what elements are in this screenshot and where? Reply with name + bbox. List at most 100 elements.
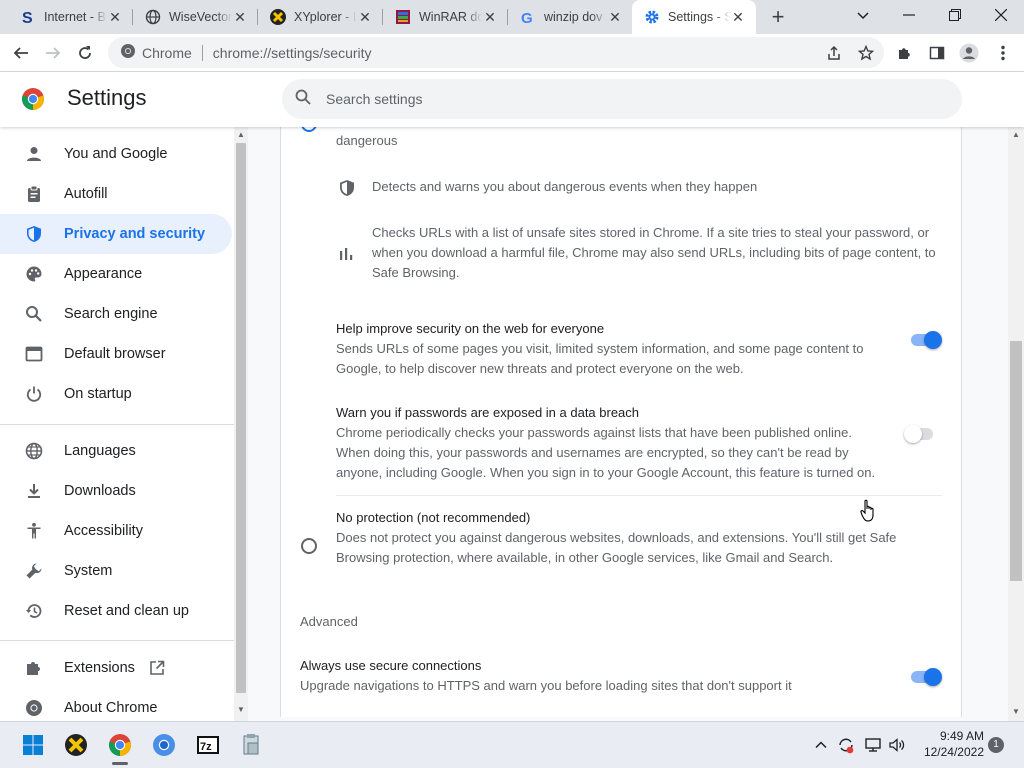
help-improve-toggle[interactable] [908,329,942,349]
extensions-puzzle-icon[interactable] [890,38,920,68]
sidebar-scrollbar[interactable]: ▲ ▼ [234,127,248,721]
sidebar-item-label: Search engine [64,306,158,322]
system-clock[interactable]: 9:49 AM 12/24/2022 [914,728,984,760]
profile-avatar-icon[interactable] [954,38,984,68]
tab-wisevector[interactable]: WiseVector ✕ [133,0,258,34]
enhanced-protection-radio[interactable] [301,127,317,132]
sidebar-item-label: System [64,563,113,579]
security-card: dangerous Detects and warns you about da… [280,127,962,717]
sidebar-item-label: About Chrome [64,700,158,716]
sidebar-item-autofill[interactable]: Autofill [0,174,232,214]
svg-text:7z: 7z [200,741,212,753]
search-icon [24,304,44,324]
url-text[interactable]: chrome://settings/security [213,45,372,61]
sidebar-item-appearance[interactable]: Appearance [0,254,232,294]
secure-connections-title: Always use secure connections [300,658,482,673]
network-icon[interactable] [862,734,884,756]
scroll-up-arrow-icon[interactable]: ▲ [237,130,245,139]
sidebar-item-privacy-and-security[interactable]: Privacy and security [0,214,232,254]
settings-sidebar: You and Google Autofill Privacy and secu… [0,127,234,721]
sidebar-item-label: Extensions [64,660,135,676]
sidebar-item-languages[interactable]: Languages [0,431,232,471]
side-panel-icon[interactable] [922,38,952,68]
clock-date: 12/24/2022 [923,745,984,759]
close-icon[interactable]: ✕ [232,9,248,26]
feature-text: Detects and warns you about dangerous ev… [372,179,758,194]
xyplorer-icon[interactable] [61,730,91,760]
search-settings-input[interactable]: Search settings [282,79,962,119]
tab-winzip[interactable]: G winzip dov ✕ [508,0,633,34]
power-icon [24,384,44,404]
feature-text: Checks URLs with a list of unsafe sites … [372,225,936,280]
page-scrollbar[interactable]: ▲ ▼ [1008,127,1024,721]
sidebar-divider [0,640,234,641]
menu-kebab-icon[interactable] [988,38,1018,68]
close-icon[interactable]: ✕ [607,9,623,26]
forward-button[interactable] [38,38,68,68]
scroll-up-arrow-icon[interactable]: ▲ [1012,130,1020,139]
close-icon[interactable]: ✕ [107,9,123,26]
password-warn-desc: Chrome periodically checks your password… [336,425,876,480]
tab-title: WinRAR do [419,10,482,24]
sidebar-scroll-thumb[interactable] [236,143,246,693]
no-protection-radio[interactable] [301,538,317,554]
toggle-knob [924,331,942,349]
chromium-icon[interactable] [149,730,179,760]
accessibility-icon [24,521,44,541]
tab-internet[interactable]: S Internet - B ✕ [8,0,133,34]
chevron-up-icon[interactable] [810,734,832,756]
sidebar-item-on-startup[interactable]: On startup [0,374,232,414]
download-icon [24,481,44,501]
tab-title: Settings - S [668,10,730,24]
tab-settings[interactable]: Settings - S ✕ [632,0,756,34]
omnibox-divider [201,44,203,61]
sidebar-item-downloads[interactable]: Downloads [0,471,232,511]
address-bar[interactable]: Chrome chrome://settings/security [108,37,884,68]
reload-button[interactable] [70,38,100,68]
back-button[interactable] [6,38,36,68]
close-icon[interactable]: ✕ [482,9,498,26]
no-protection-desc: Does not protect you against dangerous w… [336,530,897,565]
sidebar-item-accessibility[interactable]: Accessibility [0,511,232,551]
sidebar-item-about-chrome[interactable]: About Chrome [0,688,232,721]
close-icon[interactable]: ✕ [730,9,746,26]
sidebar-item-reset-and-clean-up[interactable]: Reset and clean up [0,591,232,631]
scroll-down-arrow-icon[interactable]: ▼ [1012,707,1020,716]
sidebar-item-label: Reset and clean up [64,603,189,619]
sidebar-item-you-and-google[interactable]: You and Google [0,134,232,174]
page-scroll-thumb[interactable] [1010,341,1022,581]
close-icon[interactable]: ✕ [357,9,373,26]
volume-icon[interactable] [886,734,908,756]
password-warn-title: Warn you if passwords are exposed in a d… [336,405,640,420]
secure-connections-toggle[interactable] [908,666,942,686]
secure-connections-desc: Upgrade navigations to HTTPS and warn yo… [300,678,792,693]
sidebar-item-search-engine[interactable]: Search engine [0,294,232,334]
tab-winrar[interactable]: WinRAR do ✕ [383,0,508,34]
minimize-button[interactable] [886,0,932,30]
scroll-down-arrow-icon[interactable]: ▼ [237,705,245,714]
7zip-icon[interactable]: 7z [193,730,223,760]
installer-icon[interactable] [237,730,267,760]
chrome-icon[interactable] [105,730,135,765]
tab-search-icon[interactable] [840,0,886,30]
origin-chip: Chrome [142,44,192,61]
sidebar-item-extensions[interactable]: Extensions [0,648,232,688]
windows-start-icon[interactable] [18,730,48,760]
star-icon[interactable] [852,37,880,68]
toggle-knob [904,425,922,443]
gear-icon [644,9,660,25]
settings-main: dangerous Detects and warns you about da… [248,127,1008,721]
restore-button[interactable] [932,0,978,30]
winrar-icon [395,9,411,25]
sync-alert-icon[interactable] [835,734,857,756]
close-window-button[interactable] [978,0,1024,30]
notification-badge[interactable]: 1 [988,737,1004,753]
password-warn-toggle[interactable] [902,423,936,443]
share-icon[interactable] [820,37,848,68]
chrome-icon [24,698,44,718]
sidebar-item-default-browser[interactable]: Default browser [0,334,232,374]
toggle-knob [924,668,942,686]
new-tab-button[interactable]: + [764,3,792,31]
sidebar-item-system[interactable]: System [0,551,232,591]
tab-xyplorer[interactable]: XYplorer - I ✕ [258,0,383,34]
